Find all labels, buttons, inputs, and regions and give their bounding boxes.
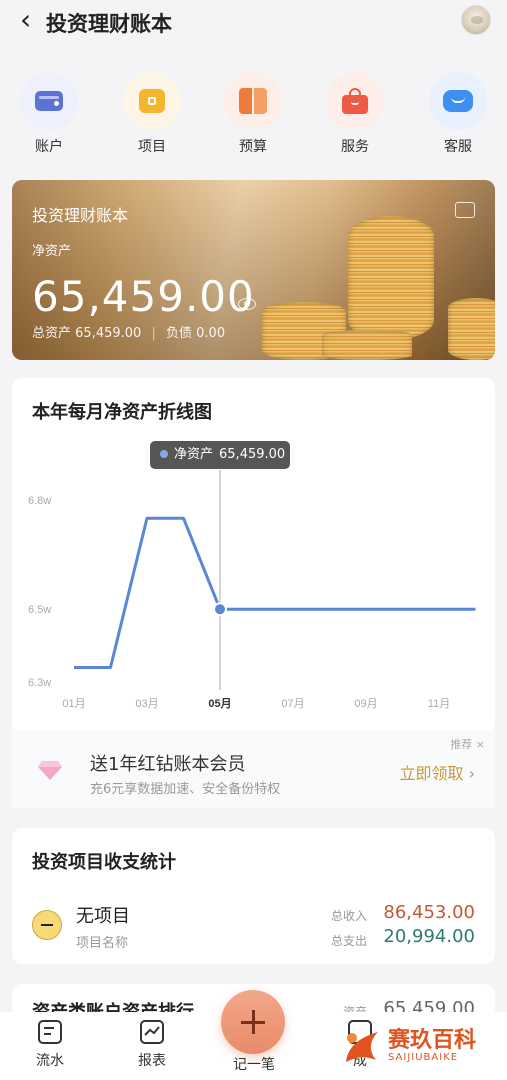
watermark-subtext: SAIJIUBAIKE	[388, 1052, 459, 1063]
project-stats-card[interactable]: 投资项目收支统计 无项目 项目名称 总收入 86,453.00 总支出 20,9…	[12, 828, 495, 964]
x-tick-label: 11月	[428, 698, 450, 710]
highlight-point	[213, 602, 227, 617]
tab-flow[interactable]: 流水	[20, 1020, 80, 1070]
receipt-icon	[38, 1020, 62, 1044]
add-record-button[interactable]	[221, 990, 285, 1054]
watermark-logo: 赛玖百科 SAIJIUBAIKE	[336, 1018, 501, 1074]
project-name: 无项目	[76, 906, 130, 927]
x-tick-label: 03月	[135, 698, 158, 710]
promo-subtitle: 充6元享数据加速、安全备份特权	[90, 782, 281, 797]
y-tick-label: 6.5w	[28, 604, 51, 616]
chevron-right-icon: ›	[468, 764, 475, 783]
x-tick-label: 09月	[354, 698, 377, 710]
tooltip-value: 65,459.00	[219, 447, 286, 462]
recommend-tag: 推荐 ×	[450, 736, 485, 752]
x-tick-label: 05月	[208, 697, 231, 710]
report-icon	[140, 1020, 164, 1044]
add-record-label: 记一笔	[233, 1057, 275, 1073]
claim-now-label: 立即领取	[399, 764, 464, 783]
project-name-caption: 项目名称	[76, 936, 129, 951]
tab-label: 流水	[36, 1053, 64, 1069]
vip-promo-banner[interactable]: 送1年红钻账本会员 充6元享数据加速、安全备份特权 立即领取 › 推荐 ×	[12, 730, 495, 808]
legend-dot-icon	[160, 450, 168, 458]
project-emoji-icon	[32, 910, 62, 940]
income-label: 总收入	[330, 909, 367, 923]
diamond-icon	[38, 761, 62, 780]
x-tick-label: 01月	[62, 698, 85, 710]
tooltip-label: 净资产	[174, 447, 214, 462]
series-line	[74, 516, 476, 669]
x-tick-label: 07月	[281, 698, 304, 710]
recommend-label: 推荐	[450, 738, 473, 751]
expense-label: 总支出	[330, 934, 367, 948]
chart-tooltip: 净资产 65,459.00	[150, 441, 290, 469]
claim-now-button[interactable]: 立即领取 ›	[399, 760, 475, 784]
fish-logo-icon	[346, 1032, 378, 1062]
net-asset-line-chart[interactable]: 6.3w 6.5w 6.8w 01月 03月 05月 07月 09月 11月	[0, 0, 507, 740]
expense-value: 20,994.00	[383, 926, 475, 947]
watermark-text: 赛玖百科	[388, 1028, 477, 1053]
promo-title: 送1年红钻账本会员	[90, 754, 246, 775]
tab-label: 报表	[138, 1053, 166, 1069]
close-icon[interactable]: ×	[476, 738, 485, 751]
y-tick-label: 6.8w	[28, 495, 51, 507]
income-value: 86,453.00	[383, 902, 475, 923]
project-card-title: 投资项目收支统计	[32, 852, 176, 873]
tab-report[interactable]: 报表	[122, 1020, 182, 1070]
y-tick-label: 6.3w	[28, 677, 51, 689]
